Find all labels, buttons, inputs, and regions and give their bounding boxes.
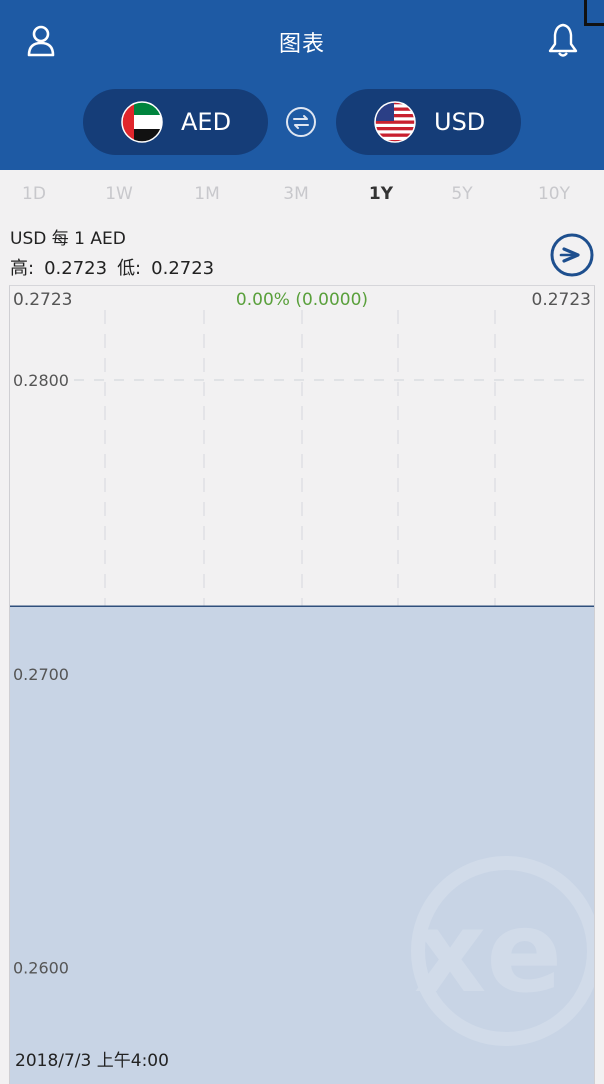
high-low-row: 高: 0.2723 低: 0.2723	[10, 254, 224, 280]
bell-icon[interactable]	[548, 22, 578, 58]
low-label: 低:	[117, 258, 142, 279]
window-corner-mark	[584, 0, 604, 26]
us-flag-icon	[374, 101, 416, 143]
range-tab-5y[interactable]: 5Y	[432, 184, 492, 204]
uae-flag-icon	[121, 101, 163, 143]
app-header: 图表 AED USD	[0, 0, 604, 170]
range-tab-1d[interactable]: 1D	[4, 184, 64, 204]
range-tab-10y[interactable]: 10Y	[524, 184, 584, 204]
chart-end-value: 0.2723	[532, 290, 591, 310]
to-currency-code: USD	[434, 108, 486, 136]
from-currency-code: AED	[181, 108, 232, 136]
high-label: 高:	[10, 258, 35, 279]
swap-icon[interactable]	[285, 106, 317, 138]
range-tab-1m[interactable]: 1M	[177, 184, 237, 204]
rate-caption: USD 每 1 AED	[10, 229, 126, 249]
to-currency-button[interactable]: USD	[336, 89, 521, 155]
page-title: 图表	[278, 32, 325, 57]
from-currency-button[interactable]: AED	[83, 89, 268, 155]
range-tab-1y[interactable]: 1Y	[351, 184, 411, 204]
high-value: 0.2723	[44, 258, 108, 279]
chevron-right-circle-icon[interactable]	[549, 232, 595, 278]
rate-chart: 0.2800 0.2700 0.2600 xe 0.2723 0.00% (0.00…	[9, 285, 595, 1084]
range-tab-3m[interactable]: 3M	[266, 184, 326, 204]
chart-date-label: 2018/7/3 上午4:00	[15, 1051, 169, 1071]
low-value: 0.2723	[151, 258, 215, 279]
y-tick-label: 0.2800	[13, 371, 69, 390]
chart-start-value: 0.2723	[13, 290, 72, 310]
rate-chart-svg: 0.2800 0.2700 0.2600 xe 0.2723 0.00% (0.00…	[10, 290, 594, 1084]
watermark-text: xe	[414, 888, 562, 1018]
chart-change: 0.00% (0.0000)	[236, 290, 368, 310]
y-tick-label: 0.2600	[13, 959, 69, 978]
range-tabs: 1D 1W 1M 3M 1Y 5Y 10Y	[0, 184, 604, 210]
y-tick-label: 0.2700	[13, 665, 69, 684]
range-tab-1w[interactable]: 1W	[89, 184, 149, 204]
